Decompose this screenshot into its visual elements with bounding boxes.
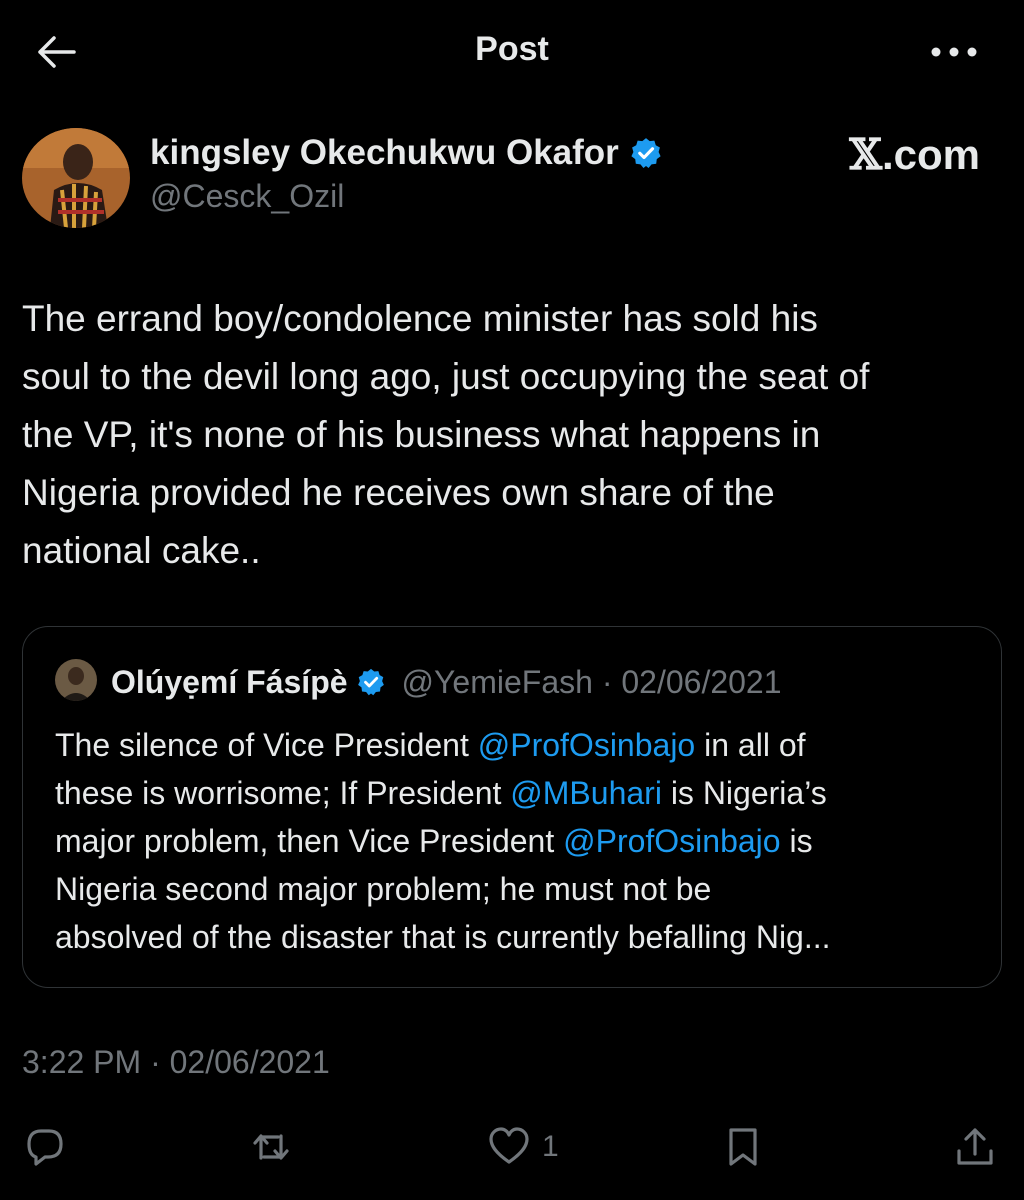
quote-line: Nigeria second major problem; he must no… [55, 871, 712, 907]
post-timestamp[interactable]: 3:22 PM · 02/06/2021 [22, 1044, 330, 1081]
page-title: Post [475, 30, 549, 68]
mention-link[interactable]: @ProfOsinbajo [563, 823, 780, 859]
bookmark-button[interactable] [720, 1112, 766, 1182]
quote-header: Olúyẹmí Fásípè @YemieFash · 02/06/2021 [111, 659, 782, 705]
quote-text-segment: these is worrisome; If President [55, 775, 511, 811]
post-text: The errand boy/condolence minister has s… [22, 290, 1002, 580]
share-icon [957, 1128, 993, 1165]
post-line: the VP, it's none of his business what h… [22, 414, 821, 455]
verified-badge-icon [631, 138, 661, 169]
post-line: soul to the devil long ago, just occupyi… [22, 356, 870, 397]
quote-text: The silence of Vice President @ProfOsinb… [55, 721, 985, 961]
quote-text-segment: The silence of Vice President [55, 727, 478, 763]
brand-watermark: 𝕏.com [849, 130, 980, 179]
author-handle[interactable]: @Cesck_Ozil [150, 178, 344, 215]
more-dots-icon [931, 47, 977, 57]
top-bar: Post [0, 0, 1024, 104]
quote-text-segment: major problem, then Vice President [55, 823, 564, 859]
repost-button[interactable] [248, 1112, 294, 1182]
quote-line: absolved of the disaster that is current… [55, 919, 831, 955]
mention-link[interactable]: @ProfOsinbajo [478, 727, 695, 763]
post-page: Post kingsley Okechukwu Okafor @Cesck_Oz… [0, 0, 1024, 1200]
quote-avatar [55, 659, 97, 701]
post-line: The errand boy/condolence minister has s… [22, 298, 818, 339]
quote-line: these is worrisome; If President @MBuhar… [55, 769, 985, 817]
verified-badge-icon [357, 668, 384, 696]
author-name-row: kingsley Okechukwu Okafor [150, 128, 663, 178]
reply-icon [27, 1129, 63, 1166]
mention-link[interactable]: @MBuhari [510, 775, 662, 811]
like-count: 1 [542, 1130, 559, 1163]
more-options-button[interactable] [928, 34, 980, 70]
quote-author-name: Olúyẹmí Fásípè [111, 663, 348, 700]
quote-text-segment: in all of [695, 727, 806, 763]
author-avatar[interactable] [22, 128, 130, 228]
quote-text-segment: is [780, 823, 813, 859]
share-button[interactable] [952, 1112, 998, 1182]
quoted-post[interactable]: Olúyẹmí Fásípè @YemieFash · 02/06/2021 T… [22, 626, 1002, 988]
like-button[interactable]: 1 [486, 1112, 559, 1182]
action-bar: 1 [0, 1112, 1024, 1182]
quote-text-segment: is Nigeria’s [661, 775, 827, 811]
bookmark-icon [729, 1128, 757, 1166]
author-name[interactable]: kingsley Okechukwu Okafor [150, 133, 619, 173]
quote-line: major problem, then Vice President @Prof… [55, 817, 985, 865]
quote-handle-date: @YemieFash · 02/06/2021 [401, 663, 782, 700]
reply-button[interactable] [22, 1112, 68, 1182]
post-line: Nigeria provided he receives own share o… [22, 472, 775, 513]
brand-domain: .com [881, 131, 980, 178]
heart-icon [489, 1127, 529, 1164]
post-line: national cake.. [22, 530, 261, 571]
x-logo: 𝕏 [849, 130, 882, 179]
quote-line: The silence of Vice President @ProfOsinb… [55, 721, 985, 769]
repost-icon [253, 1134, 289, 1160]
